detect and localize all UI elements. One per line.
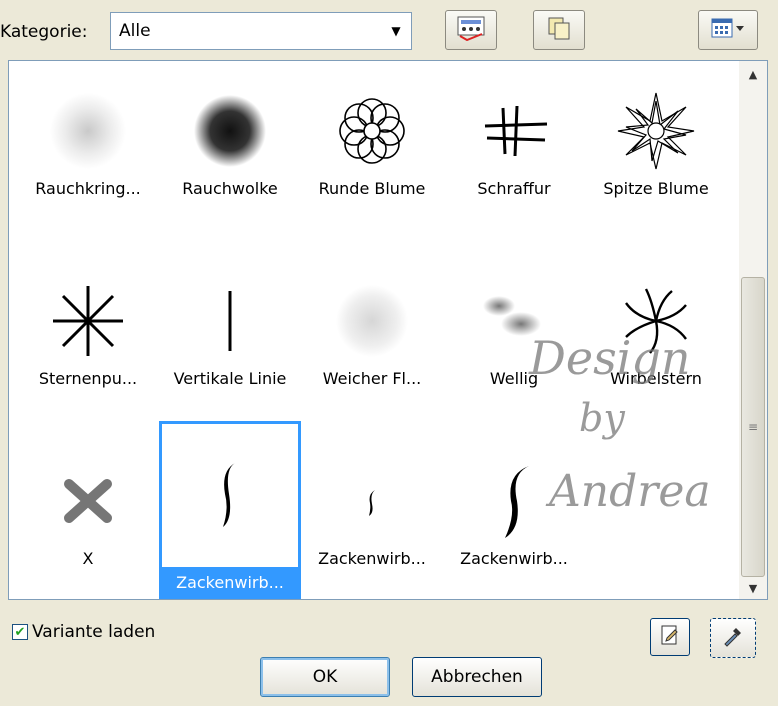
scrollbar-thumb[interactable]: ≡ — [741, 277, 765, 577]
scroll-down-icon[interactable]: ▼ — [739, 575, 767, 599]
copy-button[interactable] — [533, 10, 585, 50]
zigzag-swirl-brush-icon — [180, 444, 280, 544]
cancel-button[interactable]: Abbrechen — [412, 657, 542, 697]
chevron-down-icon[interactable]: ▼ — [381, 14, 411, 48]
preview-button[interactable] — [445, 10, 497, 50]
edit-button[interactable] — [650, 618, 690, 656]
category-selected-value: Alle — [119, 21, 151, 41]
pick-color-button[interactable] — [710, 618, 756, 658]
list-item[interactable]: Weicher Fl... — [301, 251, 443, 411]
eyedropper-icon — [721, 624, 745, 653]
ok-button[interactable]: OK — [260, 657, 390, 697]
brush-list-panel[interactable]: Rauchkring... Rauchwolke Runde Blume Sch… — [8, 60, 768, 600]
list-item-label: Schraffur — [477, 179, 551, 198]
checkbox-check-icon[interactable]: ✔ — [12, 624, 28, 640]
vertical-scrollbar[interactable]: ▲ ≡ ▼ — [739, 61, 767, 599]
list-item-label: Sternenpu... — [38, 369, 138, 388]
list-item-label: Zackenwirb... — [162, 567, 298, 598]
list-item-label: Zackenwirb... — [460, 549, 568, 568]
copy-icon — [546, 15, 572, 46]
round-flower-brush-icon — [322, 81, 422, 181]
list-item-label: Runde Blume — [318, 179, 426, 198]
edit-document-icon — [659, 624, 681, 651]
list-item[interactable]: Spitze Blume — [585, 61, 727, 221]
list-item-label: Vertikale Linie — [173, 369, 287, 388]
zigzag-swirl-small-brush-icon — [322, 451, 422, 551]
list-item[interactable]: X — [17, 431, 159, 591]
list-item-label: Rauchwolke — [182, 179, 278, 198]
list-item-label: Zackenwirb... — [318, 549, 426, 568]
view-mode-button[interactable] — [698, 10, 758, 50]
watermark-line-2: by — [579, 396, 625, 440]
list-item-label: Rauchkring... — [35, 179, 141, 198]
soft-spot-brush-icon — [322, 271, 422, 371]
smoke-ring-brush-icon — [38, 81, 138, 181]
list-item[interactable]: Rauchwolke — [159, 61, 301, 221]
list-item[interactable]: Zackenwirb... — [301, 431, 443, 591]
hatching-brush-icon — [464, 81, 564, 181]
x-brush-icon — [38, 451, 138, 551]
list-item[interactable]: Schraffur — [443, 61, 585, 221]
list-item[interactable]: Sternenpu... — [17, 251, 159, 411]
list-item[interactable]: Vertikale Linie — [159, 251, 301, 411]
star-burst-brush-icon — [38, 271, 138, 371]
preview-icon — [456, 15, 486, 46]
category-label: Kategorie: — [0, 22, 88, 42]
list-item[interactable]: Rauchkring... — [17, 61, 159, 221]
view-mode-icon — [711, 17, 745, 44]
smoke-cloud-brush-icon — [180, 81, 280, 181]
list-item-label: Weicher Fl... — [322, 369, 422, 388]
pointed-flower-brush-icon — [606, 81, 706, 181]
category-dropdown[interactable]: Alle ▼ — [110, 12, 412, 50]
list-item-label: X — [82, 549, 94, 568]
scroll-up-icon[interactable]: ▲ — [739, 61, 767, 87]
watermark-line-1: Design — [529, 331, 691, 385]
load-variant-checkbox[interactable]: ✔ Variante laden — [12, 622, 155, 642]
list-item-selected[interactable]: Zackenwirb... — [159, 421, 301, 599]
list-item-label: Spitze Blume — [603, 179, 709, 198]
watermark-line-3: Andrea — [549, 466, 711, 517]
load-variant-label: Variante laden — [32, 622, 156, 642]
list-item[interactable]: Runde Blume — [301, 61, 443, 221]
vertical-line-brush-icon — [180, 271, 280, 371]
